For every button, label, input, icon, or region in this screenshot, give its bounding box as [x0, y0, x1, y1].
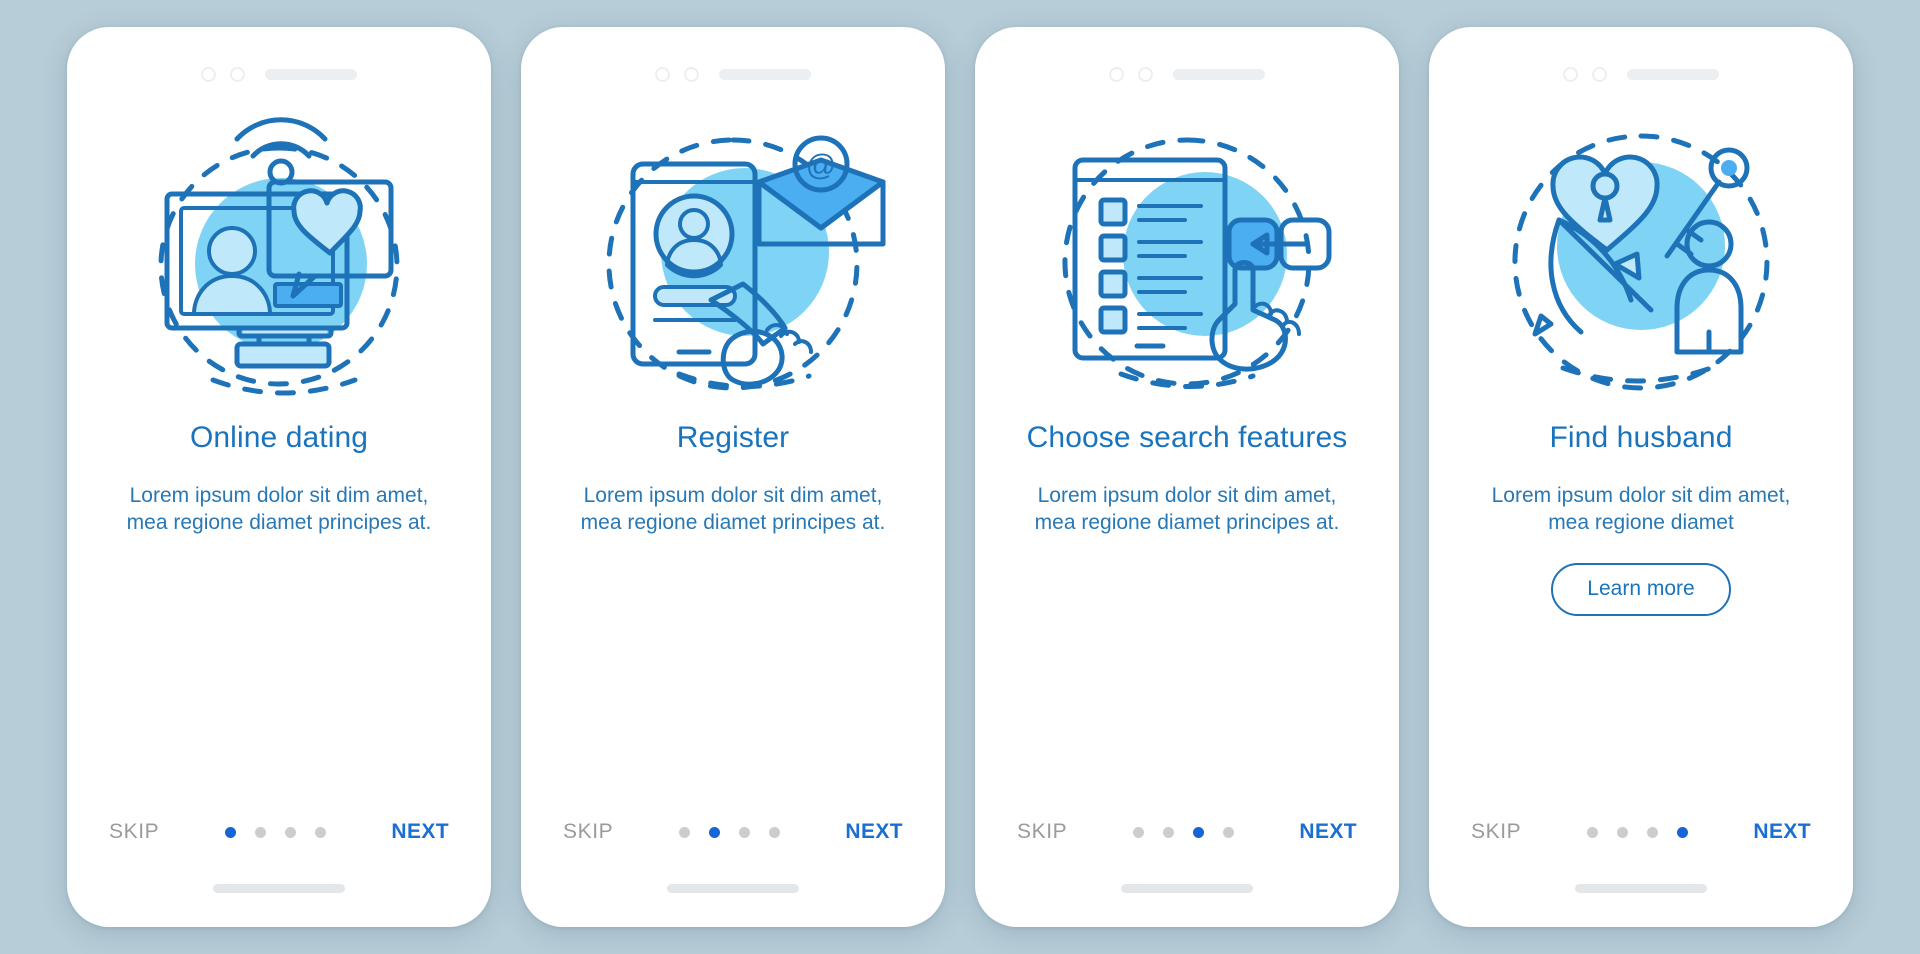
- phone-screen: Online dating Lorem ipsum dolor sit dim …: [75, 35, 483, 919]
- page-dot-2[interactable]: [1616, 826, 1628, 838]
- camera-dot-icon: [201, 67, 216, 82]
- onboarding-card-online-dating: Online dating Lorem ipsum dolor sit dim …: [67, 27, 491, 927]
- next-button[interactable]: NEXT: [1753, 820, 1811, 844]
- svg-text:@: @: [806, 149, 836, 182]
- next-button[interactable]: NEXT: [391, 820, 449, 844]
- page-dot-2[interactable]: [254, 826, 266, 838]
- sensor-dot-icon: [230, 67, 245, 82]
- home-indicator-bar: [213, 884, 345, 893]
- speaker-grill-icon: [719, 69, 811, 80]
- page-description: Lorem ipsum dolor sit dim amet, mea regi…: [126, 484, 432, 535]
- page-description: Lorem ipsum dolor sit dim amet, mea regi…: [1034, 484, 1340, 535]
- phone-status-bar: [529, 67, 937, 82]
- page-description: Lorem ipsum dolor sit dim amet, mea regi…: [580, 484, 886, 535]
- page-dot-4[interactable]: [1222, 826, 1234, 838]
- page-indicator-dots: [1586, 826, 1688, 838]
- page-dot-3[interactable]: [738, 826, 750, 838]
- page-dot-3[interactable]: [1646, 826, 1658, 838]
- page-title: Find husband: [1549, 421, 1733, 454]
- learn-more-button[interactable]: Learn more: [1551, 563, 1731, 617]
- home-indicator-bar: [667, 884, 799, 893]
- sensor-dot-icon: [684, 67, 699, 82]
- text-block: Online dating Lorem ipsum dolor sit dim …: [109, 420, 449, 537]
- phone-status-bar: [75, 67, 483, 82]
- camera-dot-icon: [655, 67, 670, 82]
- page-title: Register: [676, 421, 790, 454]
- page-indicator-dots: [224, 826, 326, 838]
- onboarding-screens-stage: Online dating Lorem ipsum dolor sit dim …: [0, 0, 1920, 954]
- skip-button[interactable]: SKIP: [563, 820, 613, 844]
- page-dot-4[interactable]: [768, 826, 780, 838]
- speaker-grill-icon: [1627, 69, 1719, 80]
- phone-screen: @ Register Lorem ipsum dolor sit dim ame…: [529, 35, 937, 919]
- camera-dot-icon: [1563, 67, 1578, 82]
- skip-button[interactable]: SKIP: [1017, 820, 1067, 844]
- phone-screen: Find husband Lorem ipsum dolor sit dim a…: [1437, 35, 1845, 919]
- phone-screen: Choose search features Lorem ipsum dolor…: [983, 35, 1391, 919]
- onboarding-card-find-husband: Find husband Lorem ipsum dolor sit dim a…: [1429, 27, 1853, 927]
- speaker-grill-icon: [265, 69, 357, 80]
- page-dot-1[interactable]: [1586, 826, 1598, 838]
- page-dot-2[interactable]: [1162, 826, 1174, 838]
- illustration-smartphone-profile-hand-tap-email-envelope-icon: @: [583, 124, 886, 396]
- text-block: Choose search features Lorem ipsum dolor…: [1017, 420, 1357, 537]
- page-title: Online dating: [189, 421, 369, 454]
- onboarding-footer: SKIP NEXT: [109, 820, 449, 850]
- illustration-heart-lock-key-bow-arrow-person-icon: [1491, 124, 1791, 396]
- page-indicator-dots: [678, 826, 780, 838]
- onboarding-footer: SKIP NEXT: [1471, 820, 1811, 850]
- page-dot-3[interactable]: [284, 826, 296, 838]
- camera-dot-icon: [1109, 67, 1124, 82]
- page-description: Lorem ipsum dolor sit dim amet, mea regi…: [1491, 484, 1791, 535]
- sensor-dot-icon: [1592, 67, 1607, 82]
- next-button[interactable]: NEXT: [1299, 820, 1357, 844]
- skip-button[interactable]: SKIP: [1471, 820, 1521, 844]
- onboarding-footer: SKIP NEXT: [1017, 820, 1357, 850]
- page-dot-4[interactable]: [314, 826, 326, 838]
- speaker-grill-icon: [1173, 69, 1265, 80]
- page-dot-2[interactable]: [708, 826, 720, 838]
- onboarding-card-choose-search-features: Choose search features Lorem ipsum dolor…: [975, 27, 1399, 927]
- home-indicator-bar: [1575, 884, 1707, 893]
- phone-status-bar: [983, 67, 1391, 82]
- page-title: Choose search features: [1026, 421, 1348, 454]
- page-dot-3[interactable]: [1192, 826, 1204, 838]
- onboarding-footer: SKIP NEXT: [563, 820, 903, 850]
- illustration-desktop-monitor-wifi-heart-chat-icon: [129, 117, 429, 396]
- page-dot-1[interactable]: [678, 826, 690, 838]
- page-dot-4[interactable]: [1676, 826, 1688, 838]
- next-button[interactable]: NEXT: [845, 820, 903, 844]
- illustration-tablet-checklist-hand-toggle-switch-icon: [1037, 124, 1337, 396]
- onboarding-card-register: @ Register Lorem ipsum dolor sit dim ame…: [521, 27, 945, 927]
- phone-status-bar: [1437, 67, 1845, 82]
- sensor-dot-icon: [1138, 67, 1153, 82]
- text-block: Register Lorem ipsum dolor sit dim amet,…: [563, 420, 903, 537]
- text-block: Find husband Lorem ipsum dolor sit dim a…: [1471, 420, 1811, 617]
- page-dot-1[interactable]: [224, 826, 236, 838]
- page-indicator-dots: [1132, 826, 1234, 838]
- page-dot-1[interactable]: [1132, 826, 1144, 838]
- home-indicator-bar: [1121, 884, 1253, 893]
- skip-button[interactable]: SKIP: [109, 820, 159, 844]
